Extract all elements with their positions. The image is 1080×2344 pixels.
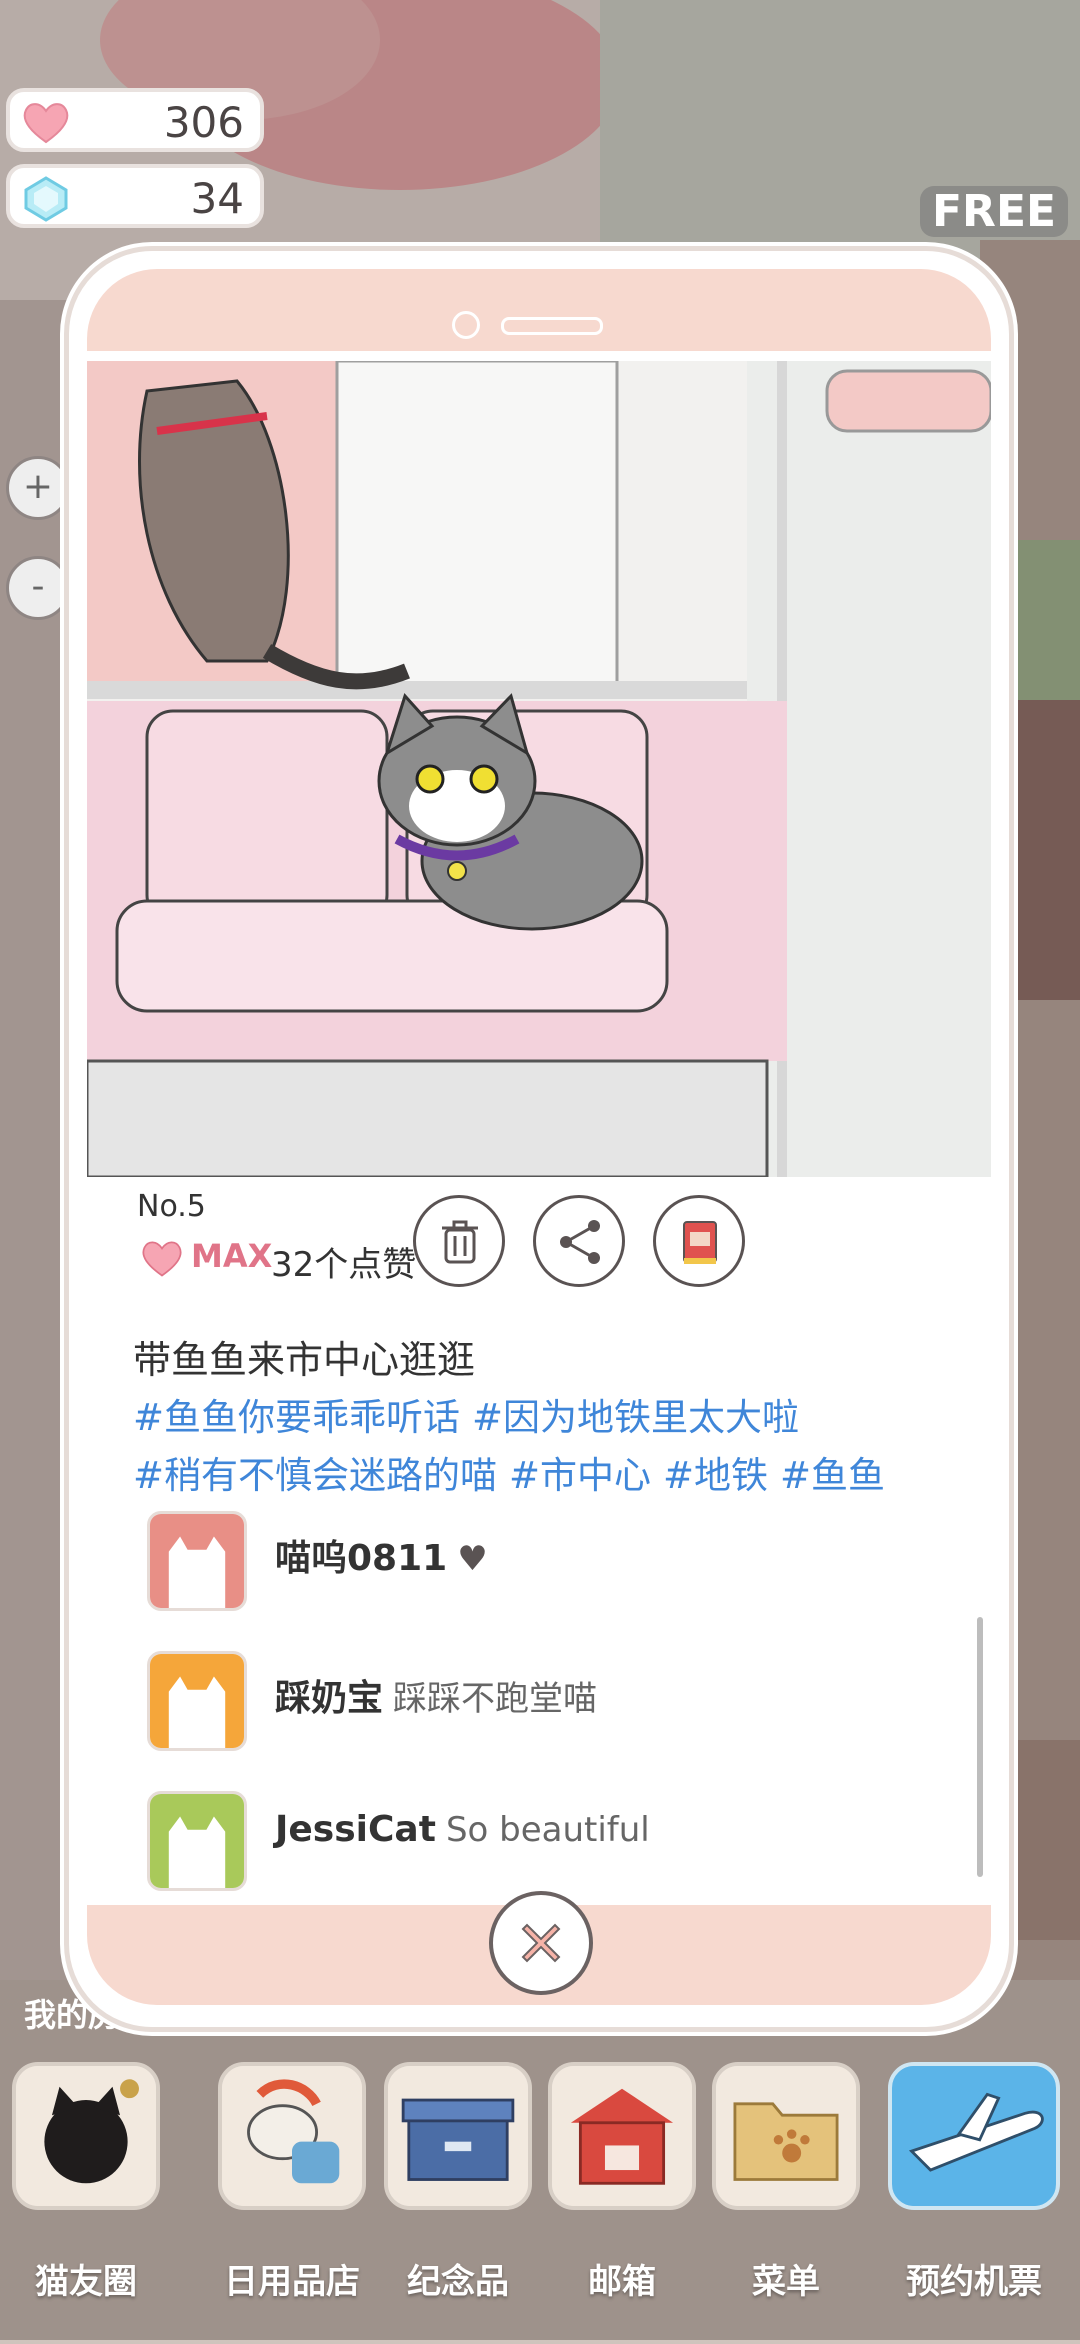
- tags-line-2: #稍有不慎会迷路的喵 #市中心 #地铁 #鱼鱼: [133, 1445, 993, 1499]
- nav-flight-booking[interactable]: 预约机票: [888, 2062, 1060, 2338]
- cat-camera-icon: [12, 2062, 160, 2210]
- post-info-panel: No.5 MAX 32个点赞 带鱼鱼来市中心逛逛 #鱼鱼你要乖乖听话 #因为地铁…: [87, 1177, 991, 1905]
- camera-icon: [452, 311, 480, 339]
- cat-avatar-icon: [150, 1514, 244, 1608]
- comments-scrollbar[interactable]: [977, 1617, 983, 1877]
- trash-icon: [442, 1220, 478, 1264]
- comment-item: JessiCat So beautiful: [147, 1791, 927, 1899]
- close-button[interactable]: [489, 1891, 593, 1995]
- shop-icon: [218, 2062, 366, 2210]
- comment-text: So beautiful: [445, 1810, 650, 1850]
- diamond-icon: [24, 176, 68, 222]
- like-heart-icon[interactable]: [139, 1237, 185, 1279]
- tag-link[interactable]: #稍有不慎会迷路的喵: [133, 1454, 497, 1497]
- like-level: MAX: [191, 1237, 273, 1275]
- post-photo: [87, 361, 991, 1177]
- avatar[interactable]: [147, 1791, 247, 1891]
- comment-user[interactable]: JessiCat: [275, 1809, 436, 1850]
- comment-item: 喵呜0811 ♥: [147, 1511, 927, 1619]
- share-button[interactable]: [533, 1195, 625, 1287]
- nav-label: 猫友圈: [35, 2262, 137, 2302]
- cat-avatar-icon: [150, 1794, 244, 1888]
- speaker-icon: [501, 317, 603, 335]
- post-number: No.5: [137, 1189, 206, 1224]
- zoom-in-button[interactable]: +: [6, 456, 70, 520]
- post-phone-modal: No.5 MAX 32个点赞 带鱼鱼来市中心逛逛 #鱼鱼你要乖乖听话 #因为地铁…: [64, 246, 1014, 2032]
- heart-icon: ♥: [457, 1539, 488, 1579]
- box-icon: [384, 2062, 532, 2210]
- hearts-counter: 306: [6, 88, 264, 152]
- avatar[interactable]: [147, 1511, 247, 1611]
- avatar[interactable]: [147, 1651, 247, 1751]
- tag-link[interactable]: #地铁: [663, 1454, 768, 1497]
- free-badge[interactable]: FREE: [920, 186, 1069, 237]
- nav-cat-friends[interactable]: 猫友圈: [12, 2062, 160, 2338]
- hearts-value: 306: [163, 98, 244, 147]
- comment-user[interactable]: 踩奶宝: [275, 1678, 383, 1719]
- phone-top-bar: [87, 269, 991, 351]
- comment-item: 踩奶宝 踩踩不跑堂喵: [147, 1651, 927, 1759]
- delete-button[interactable]: [413, 1195, 505, 1287]
- cat-avatar-icon: [150, 1654, 244, 1748]
- comment-text: 踩踩不跑堂喵: [393, 1679, 598, 1719]
- tag-link[interactable]: #鱼鱼你要乖乖听话: [133, 1396, 460, 1439]
- nav-label: 日用品店: [224, 2262, 360, 2302]
- folder-icon: [712, 2062, 860, 2210]
- mailbox-icon: [548, 2062, 696, 2210]
- tag-link[interactable]: #鱼鱼: [780, 1454, 885, 1497]
- share-icon: [560, 1220, 600, 1264]
- nav-shop[interactable]: 日用品店: [218, 2062, 366, 2338]
- gems-value: 34: [190, 174, 244, 223]
- nav-menu[interactable]: 菜单: [712, 2062, 860, 2338]
- post-caption: 带鱼鱼来市中心逛逛: [133, 1338, 476, 1382]
- gems-counter: 34: [6, 164, 264, 228]
- tag-link[interactable]: #市中心: [509, 1454, 651, 1497]
- tags-line-1: #鱼鱼你要乖乖听话 #因为地铁里太大啦: [133, 1387, 993, 1441]
- airplane-icon: [888, 2062, 1060, 2210]
- like-count: 32个点赞: [271, 1245, 417, 1285]
- album-icon: [683, 1221, 717, 1264]
- nav-mailbox[interactable]: 邮箱: [548, 2062, 696, 2338]
- comment-user[interactable]: 喵呜0811: [275, 1538, 447, 1579]
- close-icon: [521, 1923, 561, 1963]
- nav-label: 菜单: [752, 2262, 820, 2302]
- album-button[interactable]: [653, 1195, 745, 1287]
- nav-souvenirs[interactable]: 纪念品: [384, 2062, 532, 2338]
- nav-label: 纪念品: [407, 2262, 509, 2302]
- heart-icon: [23, 103, 69, 144]
- nav-label: 邮箱: [588, 2262, 656, 2302]
- nav-label: 预约机票: [906, 2262, 1042, 2302]
- tag-link[interactable]: #因为地铁里太大啦: [472, 1396, 799, 1439]
- zoom-out-button[interactable]: -: [6, 556, 70, 620]
